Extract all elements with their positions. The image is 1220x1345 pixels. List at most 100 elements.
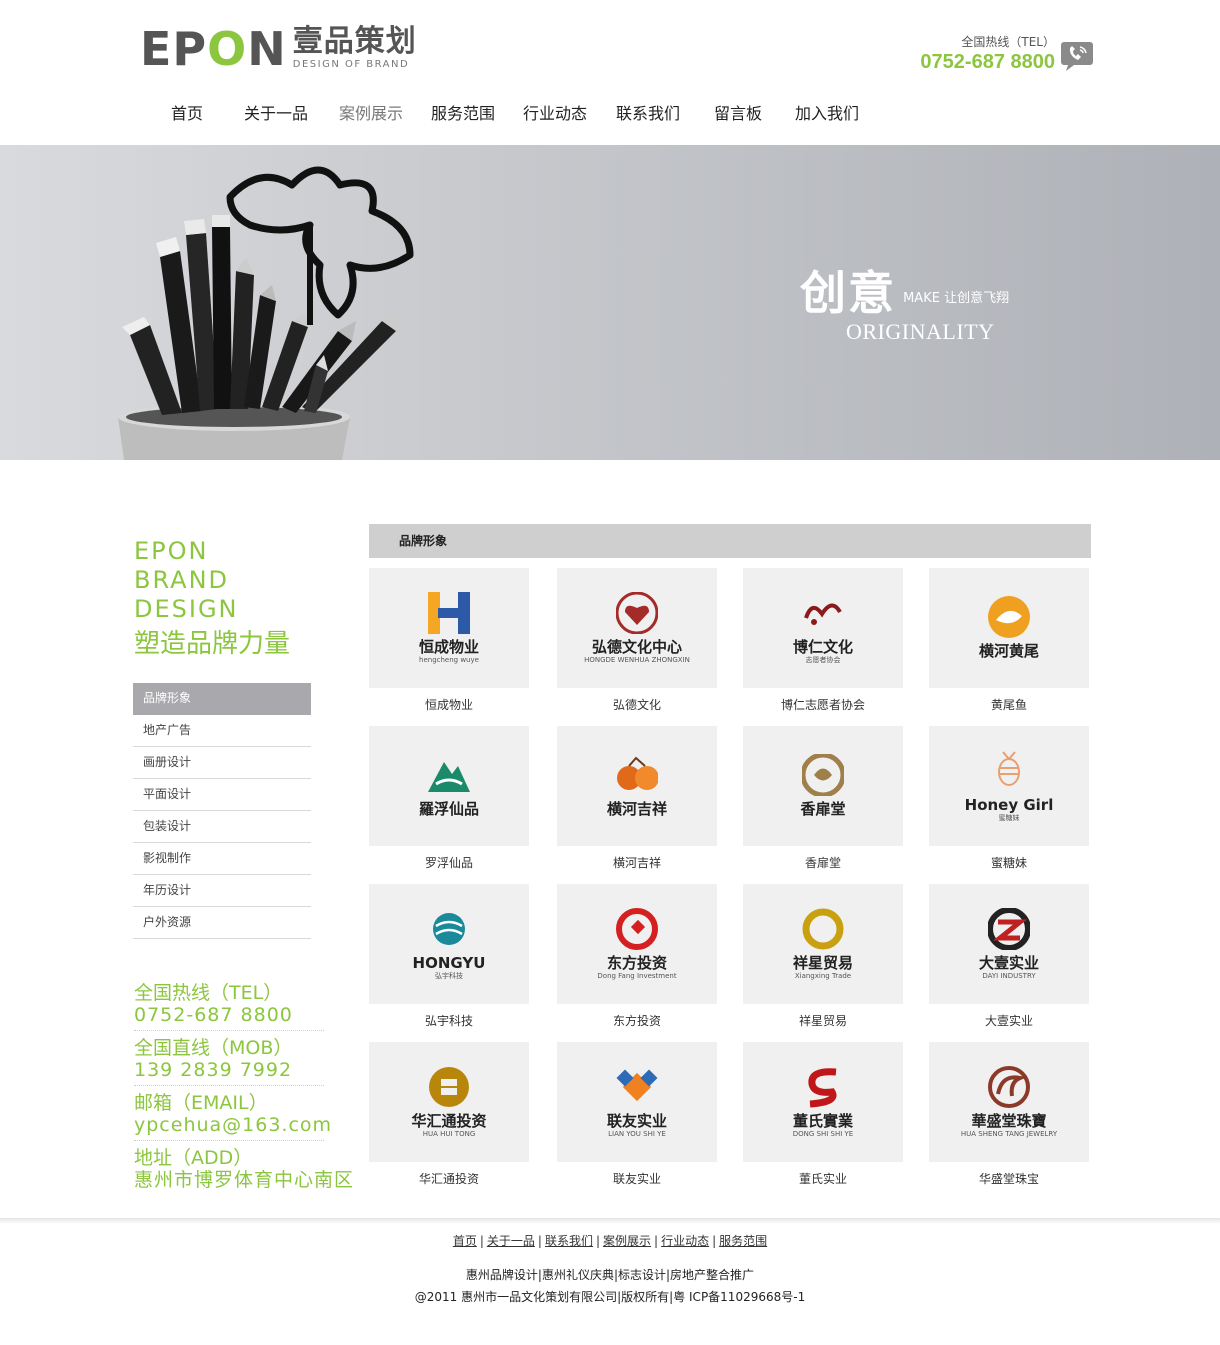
nav-item-5[interactable]: 联系我们 (598, 100, 698, 128)
case-card[interactable]: 恒成物业 hengcheng wuye 恒成物业 (369, 568, 529, 713)
case-caption[interactable]: 博仁志愿者协会 (743, 697, 903, 713)
banner-title-cn: 创意 (800, 266, 896, 320)
case-card[interactable]: 羅浮仙品 罗浮仙品 (369, 726, 529, 871)
case-card[interactable]: 华汇通投资 HUA HUI TONG 华汇通投资 (369, 1042, 529, 1187)
footer-divider (0, 1218, 1220, 1224)
case-thumbnail[interactable]: 联友实业 LIAN YOU SHI YE (557, 1042, 717, 1162)
case-logo-text: 横河黄尾 (978, 642, 1039, 660)
case-logo-subtext: HUA SHENG TANG JEWELRY (960, 1129, 1058, 1138)
footer-link[interactable]: 行业动态 (661, 1234, 709, 1248)
footer-separator: | (537, 1234, 542, 1248)
phoenix-logo-icon (988, 1065, 1030, 1108)
case-thumbnail[interactable]: 大壹实业 DAYI INDUSTRY (929, 884, 1089, 1004)
contact-label: 全国热线（TEL） (134, 982, 283, 1004)
case-logo-text: 祥星贸易 (792, 953, 853, 972)
category-item-6[interactable]: 年历设计 (133, 875, 311, 907)
case-card[interactable]: 華盛堂珠寶 HUA SHENG TANG JEWELRY 华盛堂珠宝 (929, 1042, 1089, 1187)
case-thumbnail[interactable]: 董氏實業 DONG SHI SHI YE (743, 1042, 903, 1162)
case-caption[interactable]: 联友实业 (557, 1171, 717, 1187)
case-card[interactable]: 联友实业 LIAN YOU SHI YE 联友实业 (557, 1042, 717, 1187)
contact-value: 0752-687 8800 (134, 1004, 293, 1026)
footer-link[interactable]: 服务范围 (719, 1234, 767, 1248)
footer-link[interactable]: 首页 (453, 1234, 477, 1248)
case-card[interactable]: Honey Girl 蜜糖妹蜜糖妹 (929, 726, 1089, 871)
case-logo-subtext: HONGDE WENHUA ZHONGXIN (584, 655, 690, 664)
case-caption[interactable]: 恒成物业 (369, 697, 529, 713)
case-thumbnail[interactable]: 东方投资 Dong Fang Investment (557, 884, 717, 1004)
case-caption[interactable]: 蜜糖妹 (929, 855, 1089, 871)
banner-title-en: ORIGINALITY (846, 319, 995, 344)
case-caption[interactable]: 祥星贸易 (743, 1013, 903, 1029)
case-caption[interactable]: 华汇通投资 (369, 1171, 529, 1187)
case-caption[interactable]: 黄尾鱼 (929, 697, 1089, 713)
case-caption[interactable]: 香扉堂 (743, 855, 903, 871)
nav-item-3[interactable]: 服务范围 (414, 100, 512, 128)
case-caption[interactable]: 罗浮仙品 (369, 855, 529, 871)
category-item-5[interactable]: 影视制作 (133, 843, 311, 875)
case-card[interactable]: 博仁文化 志愿者协会博仁志愿者协会 (743, 568, 903, 713)
case-caption[interactable]: 董氏实业 (743, 1171, 903, 1187)
nav-item-4[interactable]: 行业动态 (512, 100, 598, 128)
case-thumbnail[interactable]: 香扉堂 (743, 726, 903, 846)
case-card[interactable]: 董氏實業 DONG SHI SHI YE 董氏实业 (743, 1042, 903, 1187)
category-item-3[interactable]: 平面设计 (133, 779, 311, 811)
case-logo-text: 恒成物业 (418, 637, 479, 656)
logo-cn-text: 壹品策划 (292, 24, 417, 59)
swirl-logo-icon (801, 754, 844, 796)
case-logo-subtext: DONG SHI SHI YE (792, 1129, 854, 1138)
category-item-4[interactable]: 包装设计 (133, 811, 311, 843)
hengcheng-logo-icon (427, 591, 470, 634)
case-card[interactable]: 东方投资 Dong Fang Investment 东方投资 (557, 884, 717, 1029)
case-thumbnail[interactable]: 博仁文化 志愿者协会 (743, 568, 903, 688)
footer-link[interactable]: 案例展示 (603, 1234, 651, 1248)
case-caption[interactable]: 弘德文化 (557, 697, 717, 713)
case-thumbnail[interactable]: 横河黄尾 (929, 568, 1089, 688)
case-caption[interactable]: 大壹实业 (929, 1013, 1089, 1029)
nav-item-6[interactable]: 留言板 (698, 100, 778, 128)
case-thumbnail[interactable]: 横河吉祥 (557, 726, 717, 846)
case-card[interactable]: 香扉堂 香扉堂 (743, 726, 903, 871)
case-caption[interactable]: 弘宇科技 (369, 1013, 529, 1029)
case-logo-subtext: DAYI INDUSTRY (982, 971, 1036, 980)
hotline-label: 全国热线（TEL） (961, 35, 1055, 49)
slogan-cn: 塑造品牌力量 (134, 629, 291, 659)
banner-headline: 创意 MAKE 让创意飞翔 ORIGINALITY (800, 266, 1010, 344)
case-thumbnail[interactable]: Honey Girl 蜜糖妹 (929, 726, 1089, 846)
case-logo-subtext: 弘宇科技 (434, 971, 463, 980)
nav-item-1[interactable]: 关于一品 (224, 100, 328, 128)
case-caption[interactable]: 横河吉祥 (557, 855, 717, 871)
case-card[interactable]: HONGYU 弘宇科技 弘宇科技 (369, 884, 529, 1029)
nav-item-0[interactable]: 首页 (150, 100, 224, 128)
case-caption[interactable]: 东方投资 (557, 1013, 717, 1029)
footer-link[interactable]: 关于一品 (487, 1234, 535, 1248)
nav-item-2[interactable]: 案例展示 (328, 100, 414, 128)
category-item-1[interactable]: 地产广告 (133, 715, 311, 747)
footer-link[interactable]: 联系我们 (545, 1234, 593, 1248)
case-caption[interactable]: 华盛堂珠宝 (929, 1171, 1089, 1187)
category-item-7[interactable]: 户外资源 (133, 907, 311, 939)
case-card[interactable]: 横河吉祥 横河吉祥 (557, 726, 717, 871)
case-card[interactable]: 祥星贸易 Xiangxing Trade 祥星贸易 (743, 884, 903, 1029)
case-thumbnail[interactable]: 恒成物业 hengcheng wuye (369, 568, 529, 688)
case-thumbnail[interactable]: 华汇通投资 HUA HUI TONG (369, 1042, 529, 1162)
case-card[interactable]: 横河黄尾 黄尾鱼 (929, 568, 1089, 713)
contact-label: 邮箱（EMAIL） (134, 1092, 268, 1114)
banner-make-text: MAKE 让创意飞翔 (903, 291, 1010, 306)
case-thumbnail[interactable]: 華盛堂珠寶 HUA SHENG TANG JEWELRY (929, 1042, 1089, 1162)
category-item-0[interactable]: 品牌形象 (133, 683, 311, 715)
dayi-logo-icon (987, 907, 1030, 950)
case-thumbnail[interactable]: 弘德文化中心 HONGDE WENHUA ZHONGXIN (557, 568, 717, 688)
case-card[interactable]: 弘德文化中心 HONGDE WENHUA ZHONGXIN 弘德文化 (557, 568, 717, 713)
case-thumbnail[interactable]: 祥星贸易 Xiangxing Trade (743, 884, 903, 1004)
case-card[interactable]: 大壹实业 DAYI INDUSTRY 大壹实业 (929, 884, 1089, 1029)
category-item-2[interactable]: 画册设计 (133, 747, 311, 779)
contact-block: 邮箱（EMAIL） ypcehua@163.com (134, 1092, 331, 1141)
slogan-line-1: EPON (134, 537, 209, 565)
nav-item-7[interactable]: 加入我们 (778, 100, 876, 128)
footer-separator: | (712, 1234, 717, 1248)
case-thumbnail[interactable]: HONGYU 弘宇科技 (369, 884, 529, 1004)
boren-logo-icon (804, 603, 842, 625)
case-thumbnail[interactable]: 羅浮仙品 (369, 726, 529, 846)
case-logo-text: 大壹实业 (978, 953, 1039, 972)
site-logo[interactable]: EP O N 壹品策划 DESIGN OF BRAND (140, 26, 450, 76)
